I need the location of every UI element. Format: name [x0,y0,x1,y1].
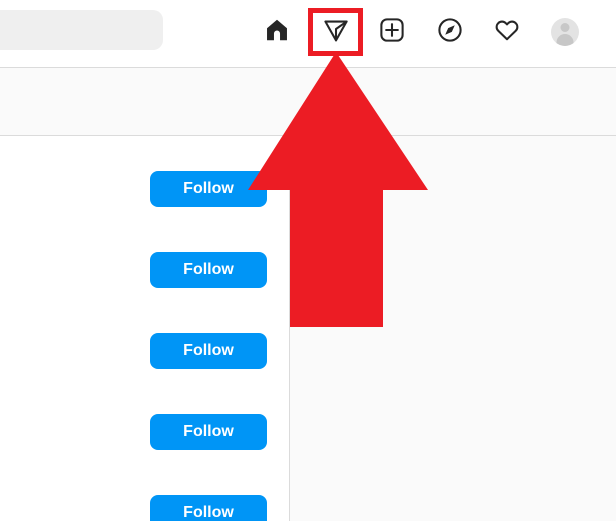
avatar-body [556,34,574,46]
follow-button[interactable]: Follow [150,171,267,207]
home-icon [264,17,290,48]
messenger-icon [323,17,349,48]
follow-button[interactable]: Follow [150,252,267,288]
follow-button[interactable]: Follow [150,414,267,450]
nav-item-activity[interactable] [487,12,527,52]
instagram-screenshot: Follow Follow Follow Follow Follow [0,0,616,521]
avatar [551,18,579,46]
nav-item-create[interactable] [372,12,412,52]
suggestions-header-band [0,68,616,136]
side-panel [290,136,616,521]
search-input[interactable] [0,10,163,50]
nav-item-explore[interactable] [430,12,470,52]
avatar-head [560,23,570,32]
follow-button[interactable]: Follow [150,495,267,521]
compass-icon [437,17,463,48]
top-navigation-bar [0,0,616,68]
plus-square-icon [379,17,405,48]
nav-item-messages[interactable] [316,12,356,52]
heart-icon [494,17,520,48]
nav-item-profile[interactable] [545,12,585,52]
nav-item-home[interactable] [257,12,297,52]
follow-button[interactable]: Follow [150,333,267,369]
